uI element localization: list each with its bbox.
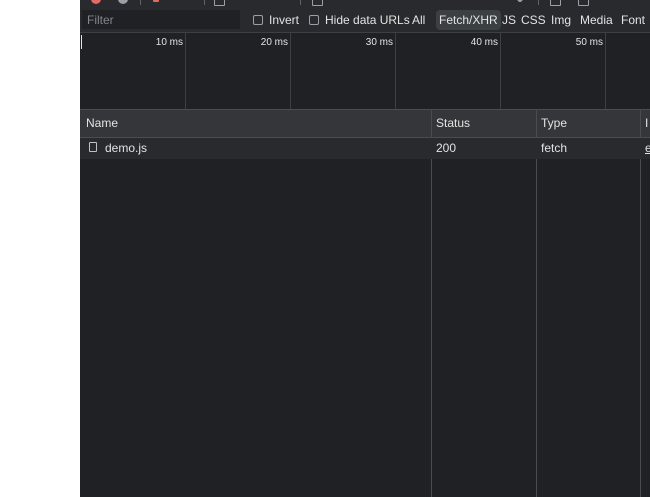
timeline-tick-label: 10 ms	[155, 37, 183, 48]
toolbar-separator	[140, 0, 141, 5]
timeline-gridline	[605, 33, 606, 109]
network-conditions-icon[interactable]	[517, 0, 523, 2]
column-header-name[interactable]: Name	[86, 110, 118, 137]
hide-data-urls-label: Hide data URLs	[325, 13, 410, 27]
invert-checkbox[interactable]	[253, 15, 263, 25]
type-filter-css[interactable]: CSS	[518, 10, 549, 30]
type-filter-media[interactable]: Media	[577, 10, 616, 30]
timeline-gridline	[290, 33, 291, 109]
toolbar-separator	[538, 0, 539, 5]
hide-data-urls-option[interactable]: Hide data URLs	[309, 13, 410, 27]
timeline-gridline	[500, 33, 501, 109]
requests-table-header: Name Status Type I	[80, 110, 650, 138]
record-icon[interactable]	[91, 0, 101, 4]
request-initiator-link[interactable]: e	[645, 138, 650, 159]
preserve-log-checkbox-icon[interactable]	[214, 0, 225, 6]
timeline-tick-label: 30 ms	[365, 37, 393, 48]
import-har-icon[interactable]	[550, 0, 561, 6]
timeline-tick-label: 20 ms	[260, 37, 288, 48]
request-type: fetch	[541, 141, 568, 155]
column-divider[interactable]	[640, 110, 641, 497]
timeline-gridline	[395, 33, 396, 109]
filter-input[interactable]	[82, 10, 240, 29]
column-divider[interactable]	[431, 110, 432, 497]
network-toolbar	[80, 0, 650, 7]
timeline-tick-label: 50 ms	[575, 37, 603, 48]
export-har-icon[interactable]	[578, 0, 589, 6]
request-status: 200	[436, 141, 457, 155]
invert-label: Invert	[269, 13, 300, 27]
toolbar-separator	[204, 0, 205, 5]
filter-bar: Invert Hide data URLs All Fetch/XHR JS C…	[80, 7, 650, 33]
type-filter-js[interactable]: JS	[499, 10, 519, 30]
disable-cache-checkbox-icon[interactable]	[312, 0, 323, 6]
timeline-cursor	[81, 35, 82, 49]
hide-data-urls-checkbox[interactable]	[309, 15, 319, 25]
invert-option[interactable]: Invert	[253, 13, 299, 27]
filter-icon[interactable]	[153, 0, 159, 2]
column-header-type[interactable]: Type	[541, 110, 567, 137]
toolbar-separator	[300, 0, 301, 5]
type-filter-img[interactable]: Img	[548, 10, 574, 30]
type-filter-font[interactable]: Font	[618, 10, 648, 30]
column-header-status[interactable]: Status	[436, 110, 470, 137]
clear-icon[interactable]	[118, 0, 128, 4]
timeline-gridline	[185, 33, 186, 109]
timeline-overview[interactable]: 10 ms 20 ms 30 ms 40 ms 50 ms	[80, 33, 650, 110]
request-name: demo.js	[105, 141, 148, 155]
column-header-initiator[interactable]: I	[645, 110, 648, 137]
devtools-network-panel: Invert Hide data URLs All Fetch/XHR JS C…	[80, 0, 650, 497]
timeline-tick-label: 40 ms	[470, 37, 498, 48]
document-icon	[89, 142, 97, 152]
type-filter-fetch-xhr[interactable]: Fetch/XHR	[436, 10, 501, 30]
table-row[interactable]: demo.js 200 fetch e	[80, 138, 650, 159]
column-divider[interactable]	[536, 110, 537, 497]
type-filter-all[interactable]: All	[409, 10, 428, 30]
